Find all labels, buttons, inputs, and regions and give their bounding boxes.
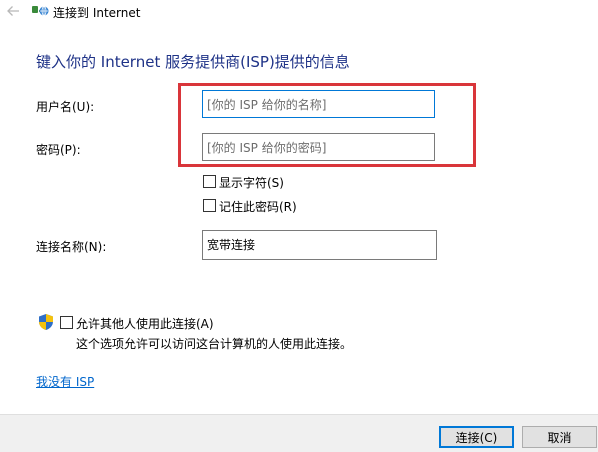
password-label: 密码(P): bbox=[36, 143, 81, 157]
password-input[interactable]: [你的 ISP 给你的密码] bbox=[202, 133, 435, 161]
no-isp-link[interactable]: 我没有 ISP bbox=[36, 373, 94, 390]
back-arrow-icon bbox=[7, 6, 19, 16]
username-label: 用户名(U): bbox=[36, 100, 95, 114]
back-button[interactable] bbox=[4, 2, 22, 20]
password-placeholder: [你的 ISP 给你的密码] bbox=[207, 141, 327, 155]
connection-name-value: 宽带连接 bbox=[207, 238, 256, 252]
connection-name-label: 连接名称(N): bbox=[36, 240, 107, 254]
connection-name-input[interactable]: 宽带连接 bbox=[202, 230, 437, 260]
remember-password-checkbox[interactable] bbox=[203, 199, 216, 212]
show-characters-checkbox[interactable] bbox=[203, 175, 216, 188]
allow-others-description: 这个选项允许可以访问这台计算机的人使用此连接。 bbox=[76, 337, 353, 351]
show-characters-label[interactable]: 显示字符(S) bbox=[219, 174, 284, 191]
username-placeholder: [你的 ISP 给你的名称] bbox=[207, 98, 327, 112]
internet-connection-icon bbox=[31, 3, 49, 19]
allow-others-label[interactable]: 允许其他人使用此连接(A) bbox=[76, 315, 214, 332]
allow-others-checkbox[interactable] bbox=[60, 316, 73, 329]
cancel-button[interactable]: 取消 bbox=[522, 426, 597, 448]
username-input[interactable]: [你的 ISP 给你的名称] bbox=[202, 90, 435, 118]
uac-shield-icon bbox=[38, 313, 54, 331]
connect-button[interactable]: 连接(C) bbox=[439, 426, 514, 448]
window-title: 连接到 Internet bbox=[53, 6, 141, 20]
page-heading: 键入你的 Internet 服务提供商(ISP)提供的信息 bbox=[36, 53, 350, 71]
remember-password-label[interactable]: 记住此密码(R) bbox=[219, 198, 297, 215]
footer-bar: 连接(C) 取消 bbox=[0, 414, 598, 452]
title-bar: 连接到 Internet bbox=[0, 0, 598, 24]
